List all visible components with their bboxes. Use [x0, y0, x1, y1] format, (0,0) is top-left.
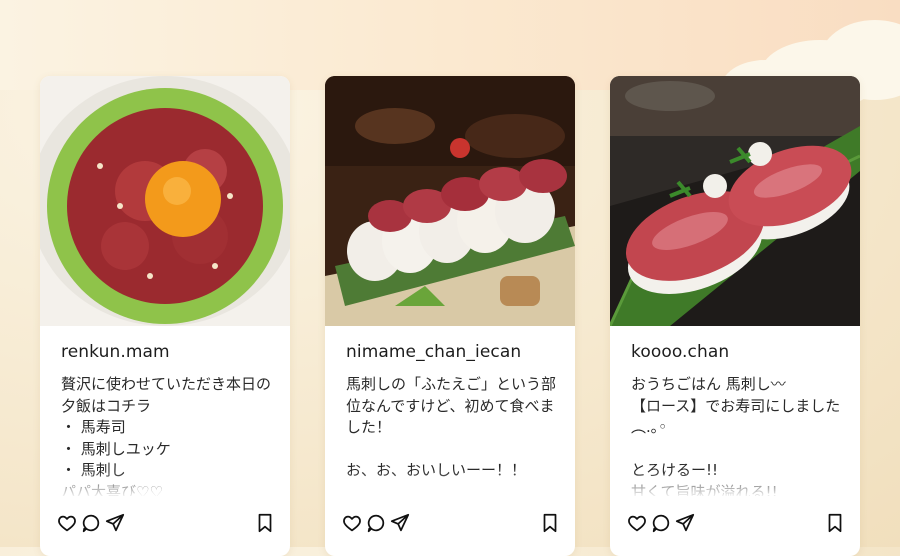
- heart-icon[interactable]: [626, 512, 648, 534]
- post-actions: [56, 512, 126, 534]
- caption-fade: [325, 471, 575, 501]
- post-actions: [626, 512, 696, 534]
- bookmark-icon[interactable]: [824, 512, 846, 534]
- post-card-1[interactable]: renkun.mam 贅沢に使わせていただき本日の夕飯はコチラ ・ 馬寿司 ・ …: [40, 76, 290, 556]
- post-username[interactable]: nimame_chan_iecan: [346, 342, 521, 362]
- post-username[interactable]: koooo.chan: [631, 342, 729, 362]
- post-image[interactable]: [40, 76, 290, 326]
- comment-icon[interactable]: [80, 512, 102, 534]
- caption-fade: [610, 471, 860, 501]
- post-card-3[interactable]: koooo.chan おうちごはん 馬刺し〰 【ロース】でお寿司にしました ︵.…: [610, 76, 860, 556]
- bookmark-icon[interactable]: [539, 512, 561, 534]
- comment-icon[interactable]: [650, 512, 672, 534]
- post-username[interactable]: renkun.mam: [61, 342, 170, 362]
- post-image[interactable]: [325, 76, 575, 326]
- heart-icon[interactable]: [341, 512, 363, 534]
- send-icon[interactable]: [674, 512, 696, 534]
- send-icon[interactable]: [104, 512, 126, 534]
- caption-fade: [40, 471, 290, 501]
- post-actions: [341, 512, 411, 534]
- post-card-2[interactable]: nimame_chan_iecan 馬刺しの「ふたえご」という部位なんですけど、…: [325, 76, 575, 556]
- heart-icon[interactable]: [56, 512, 78, 534]
- send-icon[interactable]: [389, 512, 411, 534]
- post-image[interactable]: [610, 76, 860, 326]
- bookmark-icon[interactable]: [254, 512, 276, 534]
- comment-icon[interactable]: [365, 512, 387, 534]
